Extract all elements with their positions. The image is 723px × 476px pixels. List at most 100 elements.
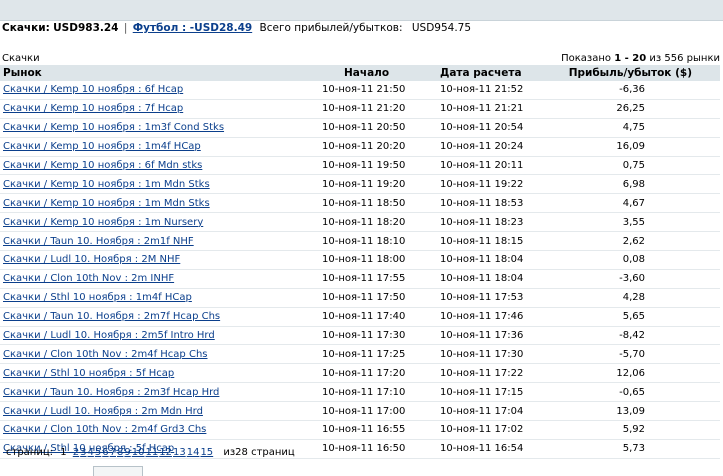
summary-separator: | xyxy=(123,22,128,34)
market-link[interactable]: Скачки / Clon 10th Nov : 2m4f Hcap Chs xyxy=(3,349,208,360)
profit-loss-cell: -8,42 xyxy=(558,326,720,346)
profit-loss-cell: 5,65 xyxy=(558,307,720,327)
start-time-cell: 10-ноя-11 17:20 xyxy=(322,363,440,384)
profit-loss-cell: 0,75 xyxy=(558,156,720,176)
table-row: Скачки / Kemp 10 ноября : 6f Mdn stks 10-… xyxy=(0,156,720,176)
market-link[interactable]: Скачки / Kemp 10 ноября : 1m3f Cond Stks xyxy=(3,122,224,133)
pager-page-link[interactable]: 4 xyxy=(88,447,94,458)
market-cell: Скачки / Kemp 10 ноября : 6f Mdn stks xyxy=(0,156,322,176)
pager-page-link[interactable]: 15 xyxy=(200,447,213,458)
start-time-cell: 10-ноя-11 17:40 xyxy=(322,307,440,327)
pager-current-page: 1 xyxy=(60,447,67,458)
pager-page-link[interactable]: 7 xyxy=(110,447,116,458)
settled-time-cell: 10-ноя-11 17:53 xyxy=(440,288,558,308)
settled-time-cell: 10-ноя-11 17:36 xyxy=(440,326,558,346)
market-link[interactable]: Скачки / Ludl 10. Ноября : 2m5f Intro Hr… xyxy=(3,330,215,341)
pagination: страниц: 1 23456789101112131415 из28 стр… xyxy=(6,447,295,458)
profit-loss-cell: 16,09 xyxy=(558,137,720,157)
settled-time-cell: 10-ноя-11 20:11 xyxy=(440,156,558,176)
profit-loss-cell: 4,75 xyxy=(558,118,720,138)
settled-time-cell: 10-ноя-11 18:53 xyxy=(440,193,558,214)
pager-page-link[interactable]: 14 xyxy=(187,447,200,458)
table-row: Скачки / Kemp 10 ноября : 1m Nursery 10-н… xyxy=(0,212,720,233)
start-time-cell: 10-ноя-11 16:55 xyxy=(322,420,440,440)
pager-page-link[interactable]: 12 xyxy=(159,447,172,458)
total-value: USD954.75 xyxy=(411,22,472,34)
profit-loss-cell: 3,55 xyxy=(558,212,720,233)
market-link[interactable]: Скачки / Ludl 10. Ноября : 2m Mdn Hrd xyxy=(3,406,203,417)
table-row: Скачки / Kemp 10 ноября : 6f Hcap 10-ноя-… xyxy=(0,81,720,100)
market-link[interactable]: Скачки / Kemp 10 ноября : 1m4f HCap xyxy=(3,141,201,152)
settled-time-cell: 10-ноя-11 18:04 xyxy=(440,250,558,270)
market-cell: Скачки / Clon 10th Nov : 2m4f Grd3 Chs xyxy=(0,420,322,440)
profit-loss-cell: 2,62 xyxy=(558,231,720,252)
start-time-cell: 10-ноя-11 16:50 xyxy=(322,439,440,459)
settled-time-cell: 10-ноя-11 17:30 xyxy=(440,344,558,365)
settled-time-cell: 10-ноя-11 17:22 xyxy=(440,363,558,384)
table-row: Скачки / Taun 10. Ноября : 2m1f NHF 10-но… xyxy=(0,231,720,252)
market-link[interactable]: Скачки / Kemp 10 ноября : 7f Hcap xyxy=(3,103,183,114)
sport-label: Скачки xyxy=(2,53,40,64)
market-link[interactable]: Скачки / Sthl 10 ноября : 1m4f HCap xyxy=(3,292,192,303)
start-time-cell: 10-ноя-11 18:50 xyxy=(322,193,440,214)
table-row: Скачки / Taun 10. Ноября : 2m7f Hcap Chs… xyxy=(0,307,720,327)
table-row: Скачки / Kemp 10 ноября : 1m4f HCap 10-но… xyxy=(0,137,720,157)
market-link[interactable]: Скачки / Taun 10. Ноября : 2m7f Hcap Chs xyxy=(3,311,220,322)
pager-page-link[interactable]: 6 xyxy=(102,447,108,458)
market-link[interactable]: Скачки / Ludl 10. Ноября : 2M NHF xyxy=(3,254,180,265)
start-time-cell: 10-ноя-11 21:20 xyxy=(322,99,440,119)
pager-links: 23456789101112131415 xyxy=(73,447,214,458)
racing-label: Скачки: xyxy=(2,22,50,34)
profit-loss-cell: -6,36 xyxy=(558,81,720,100)
settled-time-cell: 10-ноя-11 19:22 xyxy=(440,174,558,195)
results-table: Рынок Начало Дата расчета Прибыль/убыток… xyxy=(0,65,720,459)
market-cell: Скачки / Clon 10th Nov : 2m4f Hcap Chs xyxy=(0,344,322,365)
market-link[interactable]: Скачки / Kemp 10 ноября : 1m Mdn Stks xyxy=(3,179,210,190)
table-row: Скачки / Kemp 10 ноября : 1m3f Cond Stks… xyxy=(0,118,720,138)
market-cell: Скачки / Ludl 10. Ноября : 2M NHF xyxy=(0,250,322,270)
market-cell: Скачки / Kemp 10 ноября : 7f Hcap xyxy=(0,99,322,119)
market-link[interactable]: Скачки / Kemp 10 ноября : 1m Nursery xyxy=(3,217,203,228)
pager-page-link[interactable]: 10 xyxy=(132,447,145,458)
pager-page-link[interactable]: 3 xyxy=(80,447,86,458)
market-cell: Скачки / Kemp 10 ноября : 1m3f Cond Stks xyxy=(0,118,322,138)
market-link[interactable]: Скачки / Clon 10th Nov : 2m4f Grd3 Chs xyxy=(3,424,206,435)
pager-total: из28 страниц xyxy=(223,447,295,458)
market-link[interactable]: Скачки / Kemp 10 ноября : 6f Mdn stks xyxy=(3,160,202,171)
profit-loss-cell: 4,67 xyxy=(558,193,720,214)
shown-count: Показано 1 - 20 из 556 рынки xyxy=(561,53,720,64)
market-link[interactable]: Скачки / Taun 10. Ноября : 2m1f NHF xyxy=(3,236,194,247)
table-row: Скачки / Sthl 10 ноября : 5f Hcap 10-ноя-… xyxy=(0,363,720,384)
pager-page-link[interactable]: 8 xyxy=(117,447,123,458)
table-row: Скачки / Ludl 10. Ноября : 2m Mdn Hrd 10-… xyxy=(0,401,720,422)
pager-page-link[interactable]: 11 xyxy=(146,447,159,458)
profit-loss-cell: 12,06 xyxy=(558,363,720,384)
market-cell: Скачки / Kemp 10 ноября : 6f Hcap xyxy=(0,81,322,100)
pager-page-link[interactable]: 9 xyxy=(124,447,130,458)
market-link[interactable]: Скачки / Sthl 10 ноября : 5f Hcap xyxy=(3,368,174,379)
market-link[interactable]: Скачки / Kemp 10 ноября : 1m Mdn Stks xyxy=(3,198,210,209)
pager-page-link[interactable]: 5 xyxy=(95,447,101,458)
start-time-cell: 10-ноя-11 20:20 xyxy=(322,137,440,157)
profit-loss-cell: 6,98 xyxy=(558,174,720,195)
start-time-cell: 10-ноя-11 17:30 xyxy=(322,326,440,346)
settled-time-cell: 10-ноя-11 20:54 xyxy=(440,118,558,138)
market-link[interactable]: Скачки / Kemp 10 ноября : 6f Hcap xyxy=(3,84,183,95)
header-start: Начало xyxy=(322,65,440,81)
settled-time-cell: 10-ноя-11 17:04 xyxy=(440,401,558,422)
market-link[interactable]: Скачки / Taun 10. Ноября : 2m3f Hcap Hrd xyxy=(3,387,219,398)
table-row: Скачки / Clon 10th Nov : 2m INHF 10-ноя-1… xyxy=(0,269,720,289)
market-cell: Скачки / Taun 10. Ноября : 2m1f NHF xyxy=(0,231,322,252)
profit-loss-cell: -5,70 xyxy=(558,344,720,365)
settled-time-cell: 10-ноя-11 17:02 xyxy=(440,420,558,440)
market-link[interactable]: Скачки / Clon 10th Nov : 2m INHF xyxy=(3,273,174,284)
football-link[interactable]: Футбол : -USD28.49 xyxy=(133,22,252,34)
start-time-cell: 10-ноя-11 17:50 xyxy=(322,288,440,308)
settled-time-cell: 10-ноя-11 17:46 xyxy=(440,307,558,327)
pager-page-link[interactable]: 13 xyxy=(173,447,186,458)
profit-loss-cell: 5,92 xyxy=(558,420,720,440)
table-row: Скачки / Kemp 10 ноября : 7f Hcap 10-ноя-… xyxy=(0,99,720,119)
start-time-cell: 10-ноя-11 17:00 xyxy=(322,401,440,422)
pager-page-link[interactable]: 2 xyxy=(73,447,79,458)
table-row: Скачки / Ludl 10. Ноября : 2M NHF 10-ноя-… xyxy=(0,250,720,270)
